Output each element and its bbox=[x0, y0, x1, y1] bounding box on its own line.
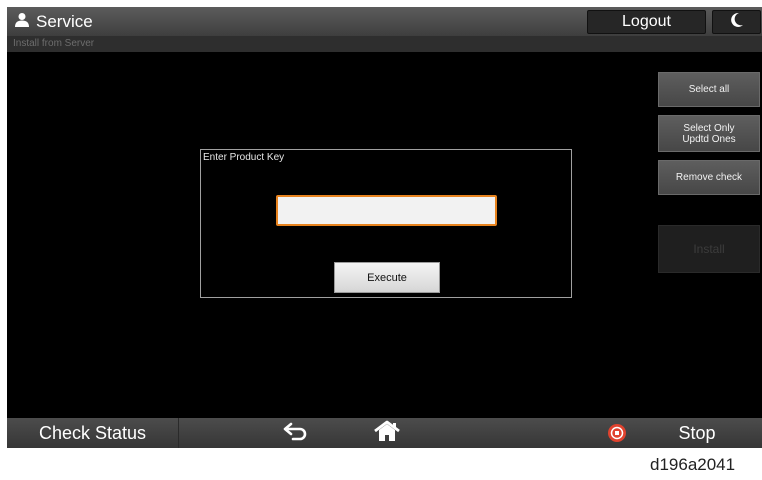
header-bar: Service Logout bbox=[7, 7, 762, 36]
user-icon bbox=[14, 12, 30, 33]
moon-icon bbox=[730, 12, 744, 33]
home-icon bbox=[373, 420, 401, 447]
check-status-button[interactable]: Check Status bbox=[7, 418, 179, 448]
product-key-dialog: Enter Product Key Execute bbox=[200, 149, 572, 298]
bottom-bar: Check Status Stop bbox=[7, 418, 762, 448]
logout-button[interactable]: Logout bbox=[587, 10, 706, 34]
page-title: Service bbox=[36, 12, 93, 31]
install-button[interactable]: Install bbox=[658, 225, 760, 273]
execute-button[interactable]: Execute bbox=[334, 262, 440, 293]
breadcrumb: Install from Server bbox=[13, 38, 95, 49]
header-title-group: Service bbox=[14, 10, 93, 34]
subheader-bar: Install from Server bbox=[7, 36, 762, 52]
remove-check-button[interactable]: Remove check bbox=[658, 160, 760, 195]
stop-icon[interactable] bbox=[607, 423, 627, 443]
home-button[interactable] bbox=[367, 420, 407, 447]
figure-code: d196a2041 bbox=[650, 455, 736, 474]
back-arrow-icon bbox=[283, 421, 311, 446]
dialog-title: Enter Product Key bbox=[203, 152, 285, 163]
energy-saver-button[interactable] bbox=[712, 10, 761, 34]
back-button[interactable] bbox=[277, 421, 317, 445]
select-only-label-line1: Select Only bbox=[683, 122, 735, 134]
device-screen: Service Logout Install from Server Selec… bbox=[7, 7, 762, 448]
select-all-button[interactable]: Select all bbox=[658, 72, 760, 107]
product-key-input[interactable] bbox=[276, 195, 497, 226]
select-only-label-line2: Updtd Ones bbox=[682, 133, 736, 145]
stop-button[interactable]: Stop bbox=[662, 418, 732, 448]
select-only-updated-button[interactable]: Select Only Updtd Ones bbox=[658, 115, 760, 152]
